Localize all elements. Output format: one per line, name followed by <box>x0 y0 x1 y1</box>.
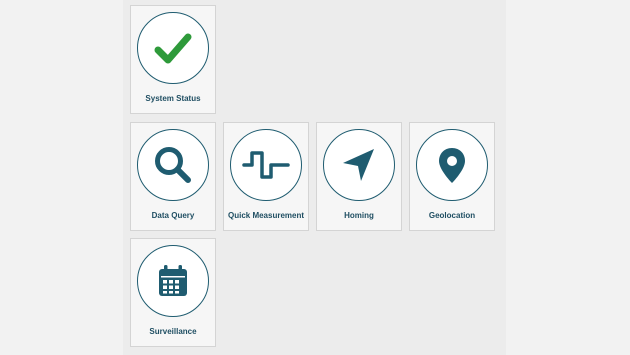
navigation-arrow-icon <box>343 149 374 181</box>
tile-homing[interactable]: Homing <box>316 122 402 231</box>
map-pin-icon <box>439 148 465 183</box>
geolocation-icon-circle <box>416 129 488 201</box>
tile-label: Surveillance <box>149 327 197 336</box>
tile-system-status[interactable]: System Status <box>130 5 216 114</box>
tile-surveillance[interactable]: Surveillance <box>130 238 216 347</box>
quick-measurement-icon-circle <box>230 129 302 201</box>
surveillance-icon-circle <box>137 245 209 317</box>
tile-label: Quick Measurement <box>227 211 305 220</box>
tile-label: Geolocation <box>428 211 476 220</box>
tile-quick-measurement[interactable]: Quick Measurement <box>223 122 309 231</box>
data-query-icon-circle <box>137 129 209 201</box>
system-status-icon-circle <box>137 12 209 84</box>
tile-geolocation[interactable]: Geolocation <box>409 122 495 231</box>
tile-label: Homing <box>344 211 374 220</box>
check-icon <box>154 33 192 64</box>
right-backdrop <box>506 0 630 355</box>
left-backdrop <box>0 0 123 355</box>
signal-wave-icon <box>242 151 290 179</box>
search-icon <box>155 147 191 183</box>
tile-label: System Status <box>145 94 201 103</box>
homing-icon-circle <box>323 129 395 201</box>
tile-label: Data Query <box>151 211 195 220</box>
calendar-icon <box>159 265 187 296</box>
tile-data-query[interactable]: Data Query <box>130 122 216 231</box>
